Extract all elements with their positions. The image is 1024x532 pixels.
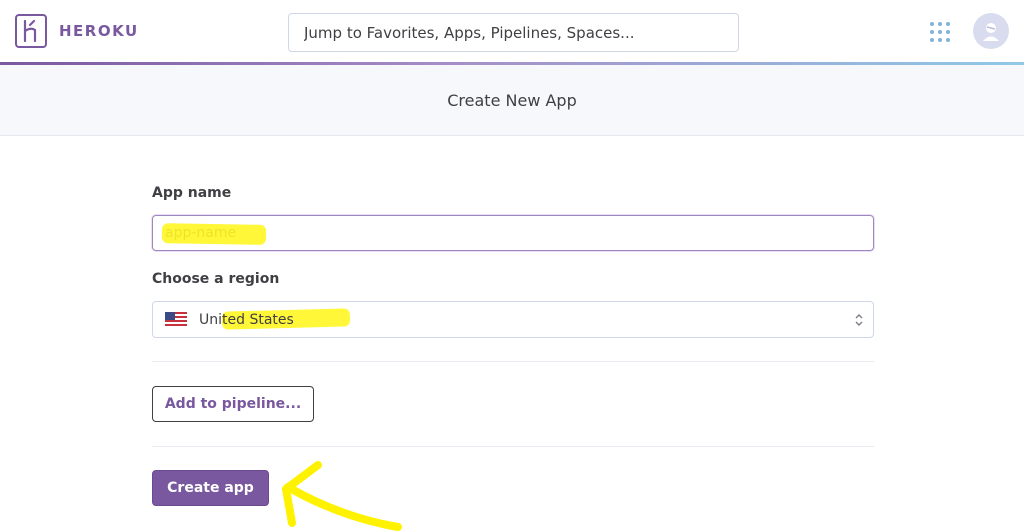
page-title: Create New App — [447, 90, 577, 110]
region-value: United States — [199, 311, 294, 328]
region-label: Choose a region — [152, 271, 280, 287]
divider — [152, 446, 874, 447]
top-navigation: HEROKU — [0, 0, 1024, 62]
search-input[interactable] — [288, 13, 739, 52]
user-avatar-icon[interactable] — [973, 13, 1009, 49]
app-name-input[interactable] — [152, 215, 874, 251]
divider — [152, 361, 874, 362]
brand-name: HEROKU — [59, 22, 139, 40]
page-header: Create New App — [0, 65, 1024, 136]
select-arrows-icon — [855, 314, 863, 326]
app-name-label: App name — [152, 185, 232, 201]
highlight-arrow-annotation — [282, 461, 402, 531]
create-app-button[interactable]: Create app — [152, 470, 269, 506]
us-flag-icon — [165, 312, 187, 327]
brand[interactable]: HEROKU — [15, 14, 139, 48]
add-to-pipeline-button[interactable]: Add to pipeline... — [152, 386, 314, 422]
region-select[interactable]: United States — [152, 301, 874, 338]
heroku-logo-icon — [15, 14, 47, 48]
apps-grid-icon[interactable] — [930, 22, 952, 44]
